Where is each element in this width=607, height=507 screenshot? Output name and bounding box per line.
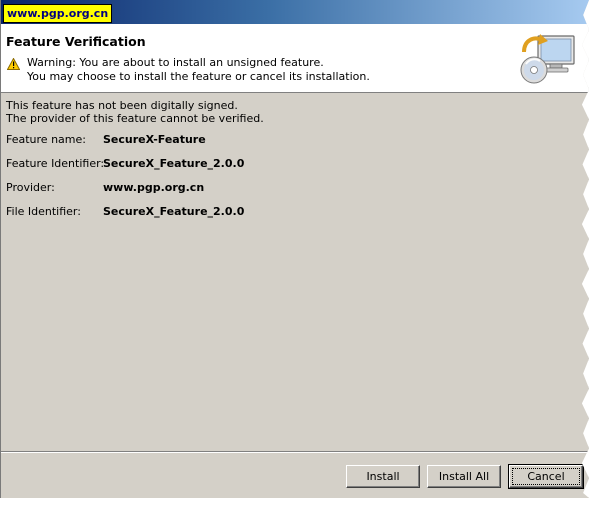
install-monitor-cd-icon	[520, 34, 575, 84]
install-button[interactable]: Install	[346, 465, 420, 488]
page: www.pgp.org.cn Feature Verification Warn…	[0, 0, 607, 507]
feature-identifier-value: SecureX_Feature_2.0.0	[103, 157, 245, 170]
signature-note-line-1: This feature has not been digitally sign…	[6, 99, 238, 112]
warning-icon	[7, 58, 20, 70]
feature-identifier-label: Feature Identifier:	[6, 157, 105, 170]
file-identifier-label: File Identifier:	[6, 205, 81, 218]
warning-line-2: You may choose to install the feature or…	[27, 70, 370, 83]
warning-line-1: Warning: You are about to install an uns…	[27, 56, 324, 69]
watermark-label: www.pgp.org.cn	[3, 4, 113, 23]
file-identifier-value: SecureX_Feature_2.0.0	[103, 205, 245, 218]
install-all-button[interactable]: Install All	[427, 465, 501, 488]
provider-value: www.pgp.org.cn	[103, 181, 205, 194]
feature-verification-dialog: www.pgp.org.cn Feature Verification Warn…	[0, 0, 589, 498]
feature-name-value: SecureX-Feature	[103, 133, 206, 146]
dialog-banner: Feature Verification Warning: You are ab…	[1, 24, 589, 93]
cancel-button[interactable]: Cancel	[508, 464, 584, 489]
feature-details: This feature has not been digitally sign…	[1, 93, 589, 451]
banner-title: Feature Verification	[6, 34, 146, 49]
feature-name-label: Feature name:	[6, 133, 86, 146]
signature-note-line-2: The provider of this feature cannot be v…	[6, 112, 264, 125]
button-bar-separator	[1, 451, 589, 453]
cancel-button-label: Cancel	[512, 468, 580, 485]
provider-label: Provider:	[6, 181, 55, 194]
